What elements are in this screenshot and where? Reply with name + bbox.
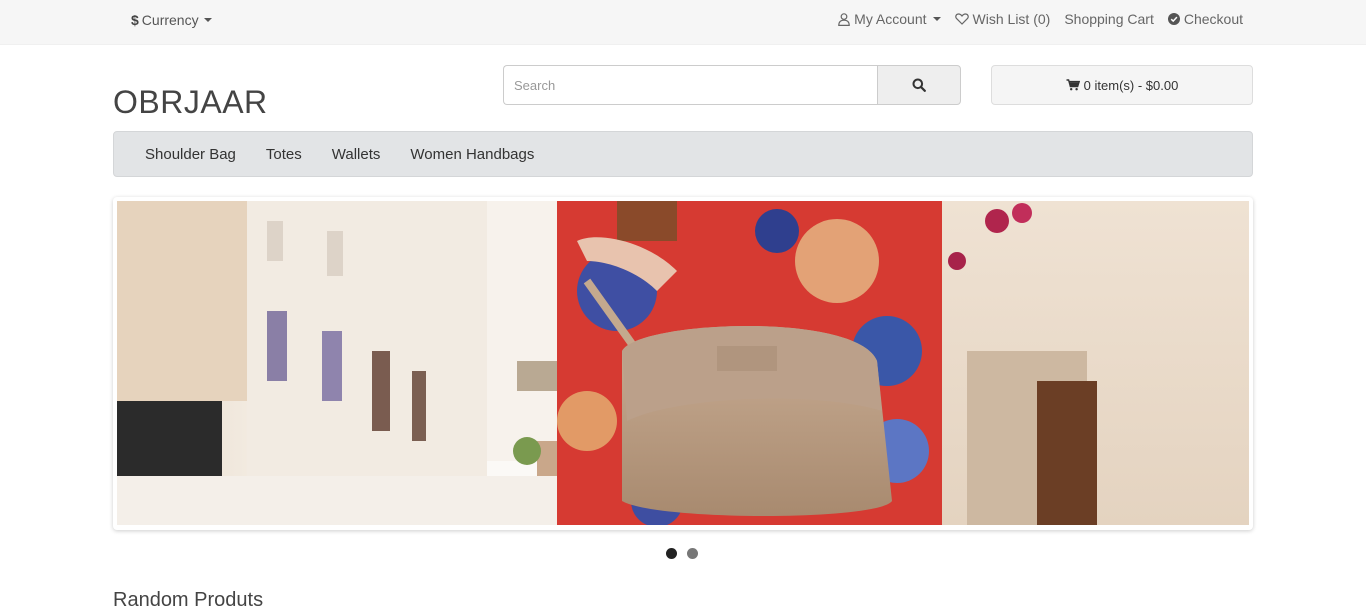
top-bar: $ Currency My Account Wish List (0) Shop… — [0, 0, 1366, 45]
random-products-heading: Random Produts — [113, 589, 264, 611]
cart-icon — [1066, 79, 1080, 91]
shopping-cart-label: Shopping Cart — [1064, 11, 1154, 27]
my-account-link[interactable]: My Account — [838, 11, 941, 27]
check-circle-icon — [1167, 13, 1180, 25]
caret-down-icon — [203, 18, 212, 22]
currency-label: Currency — [141, 12, 199, 28]
slider-pagination — [666, 548, 698, 559]
category-menu: Shoulder Bag Totes Wallets Women Handbag… — [113, 131, 1253, 177]
checkout-link[interactable]: Checkout — [1167, 11, 1243, 27]
menu-item-wallets[interactable]: Wallets — [332, 146, 381, 163]
heart-icon — [954, 13, 969, 25]
banner-image — [117, 201, 1249, 525]
menu-item-shoulder-bag[interactable]: Shoulder Bag — [145, 146, 236, 163]
search-input[interactable] — [503, 65, 877, 105]
cart-button[interactable]: 0 item(s) - $0.00 — [991, 65, 1253, 105]
top-links: My Account Wish List (0) Shopping Cart C… — [838, 11, 1243, 27]
currency-symbol: $ — [131, 12, 139, 28]
banner-slider[interactable] — [113, 197, 1253, 530]
search-button[interactable] — [877, 65, 961, 105]
store-logo[interactable]: OBRJAAR — [113, 84, 268, 121]
checkout-label: Checkout — [1183, 11, 1243, 27]
menu-item-totes[interactable]: Totes — [266, 146, 302, 163]
caret-down-icon — [932, 17, 941, 21]
user-icon — [838, 12, 850, 26]
currency-dropdown[interactable]: $ Currency — [131, 12, 212, 28]
slider-dot[interactable] — [666, 548, 677, 559]
search-bar — [503, 65, 961, 105]
wish-list-link[interactable]: Wish List (0) — [954, 11, 1051, 27]
wish-list-label: Wish List (0) — [972, 11, 1051, 27]
cart-total-label: 0 item(s) - $0.00 — [1083, 77, 1179, 93]
menu-item-women-handbags[interactable]: Women Handbags — [410, 146, 534, 163]
my-account-label: My Account — [854, 11, 927, 27]
search-icon — [912, 78, 926, 92]
shopping-cart-link[interactable]: Shopping Cart — [1064, 11, 1154, 27]
slider-dot[interactable] — [687, 548, 698, 559]
